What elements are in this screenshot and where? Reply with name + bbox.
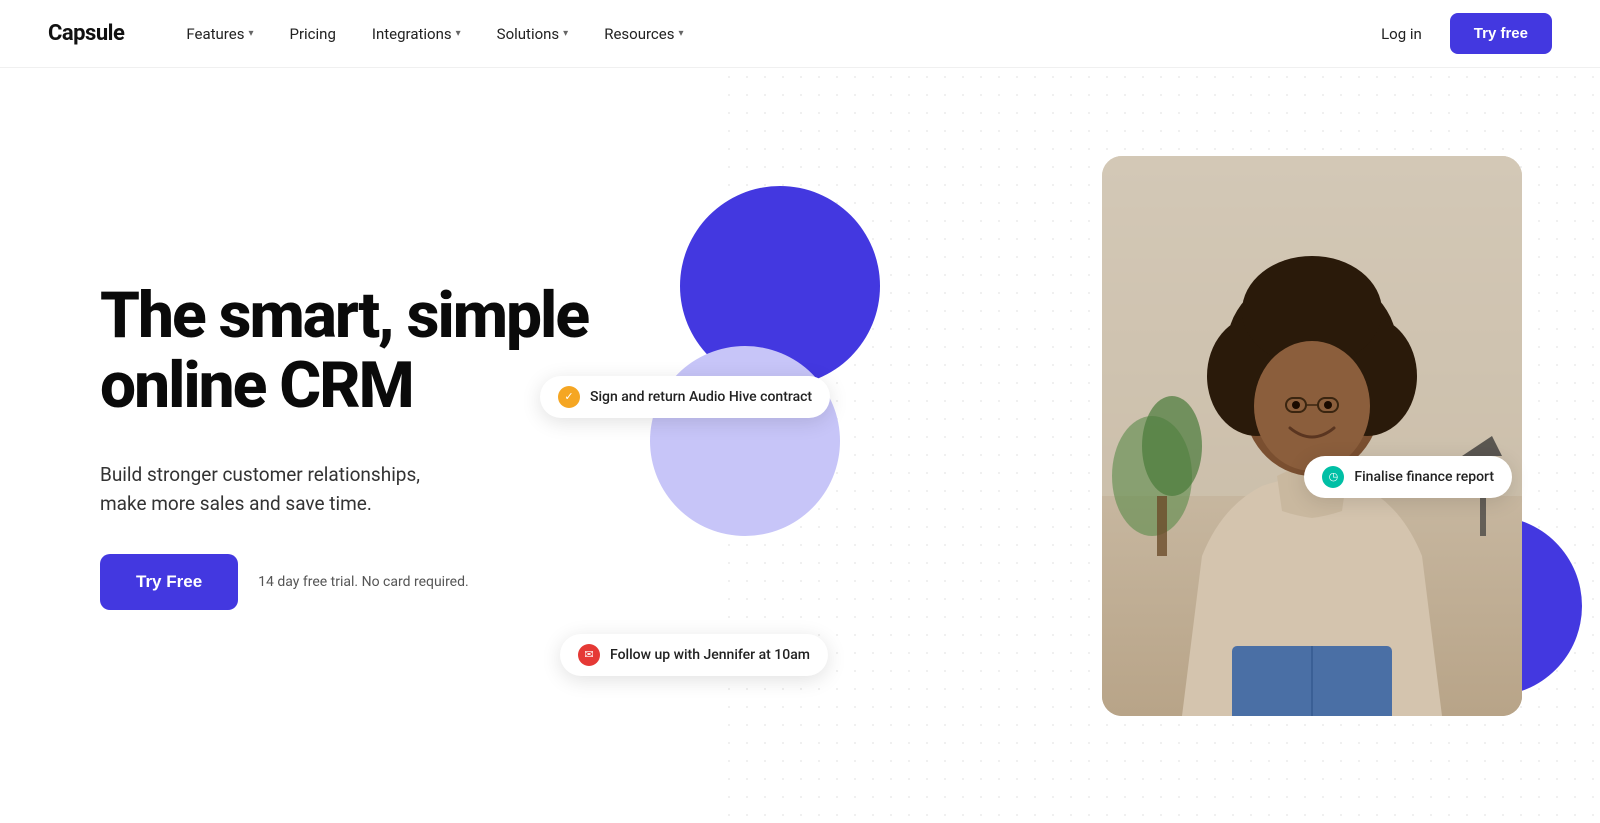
hero-subtitle: Build stronger customer relationships, m… xyxy=(100,461,620,518)
login-link[interactable]: Log in xyxy=(1369,17,1434,51)
chevron-down-icon: ▾ xyxy=(456,28,461,39)
nav-integrations[interactable]: Integrations ▾ xyxy=(358,17,475,51)
hero-section: The smart, simple online CRM Build stron… xyxy=(0,68,1600,823)
person-illustration xyxy=(1102,156,1522,716)
hero-try-free-button[interactable]: Try Free xyxy=(100,554,238,610)
check-icon: ✓ xyxy=(558,386,580,408)
hero-cta-row: Try Free 14 day free trial. No card requ… xyxy=(100,554,620,610)
nav-try-free-button[interactable]: Try free xyxy=(1450,13,1552,54)
task-badge-2: ◷ Finalise finance report xyxy=(1304,456,1512,498)
hero-left: The smart, simple online CRM Build stron… xyxy=(100,281,620,611)
trial-note: 14 day free trial. No card required. xyxy=(258,574,469,590)
email-icon: ✉ xyxy=(578,644,600,666)
task-badge-1: ✓ Sign and return Audio Hive contract xyxy=(540,376,830,418)
hero-right: ✓ Sign and return Audio Hive contract ◷ … xyxy=(620,136,1552,756)
nav-links: Features ▾ Pricing Integrations ▾ Soluti… xyxy=(172,17,1369,51)
navbar: Capsule Features ▾ Pricing Integrations … xyxy=(0,0,1600,68)
nav-right: Log in Try free xyxy=(1369,13,1552,54)
nav-features[interactable]: Features ▾ xyxy=(172,17,267,51)
nav-solutions[interactable]: Solutions ▾ xyxy=(483,17,583,51)
circle-lavender xyxy=(650,346,840,536)
hero-photo-card xyxy=(1102,156,1522,716)
chevron-down-icon: ▾ xyxy=(563,28,568,39)
task-badge-3: ✉ Follow up with Jennifer at 10am xyxy=(560,634,828,676)
logo[interactable]: Capsule xyxy=(48,21,124,46)
nav-resources[interactable]: Resources ▾ xyxy=(590,17,697,51)
nav-pricing[interactable]: Pricing xyxy=(275,17,349,51)
chevron-down-icon: ▾ xyxy=(248,28,253,39)
clock-icon: ◷ xyxy=(1322,466,1344,488)
chevron-down-icon: ▾ xyxy=(678,28,683,39)
